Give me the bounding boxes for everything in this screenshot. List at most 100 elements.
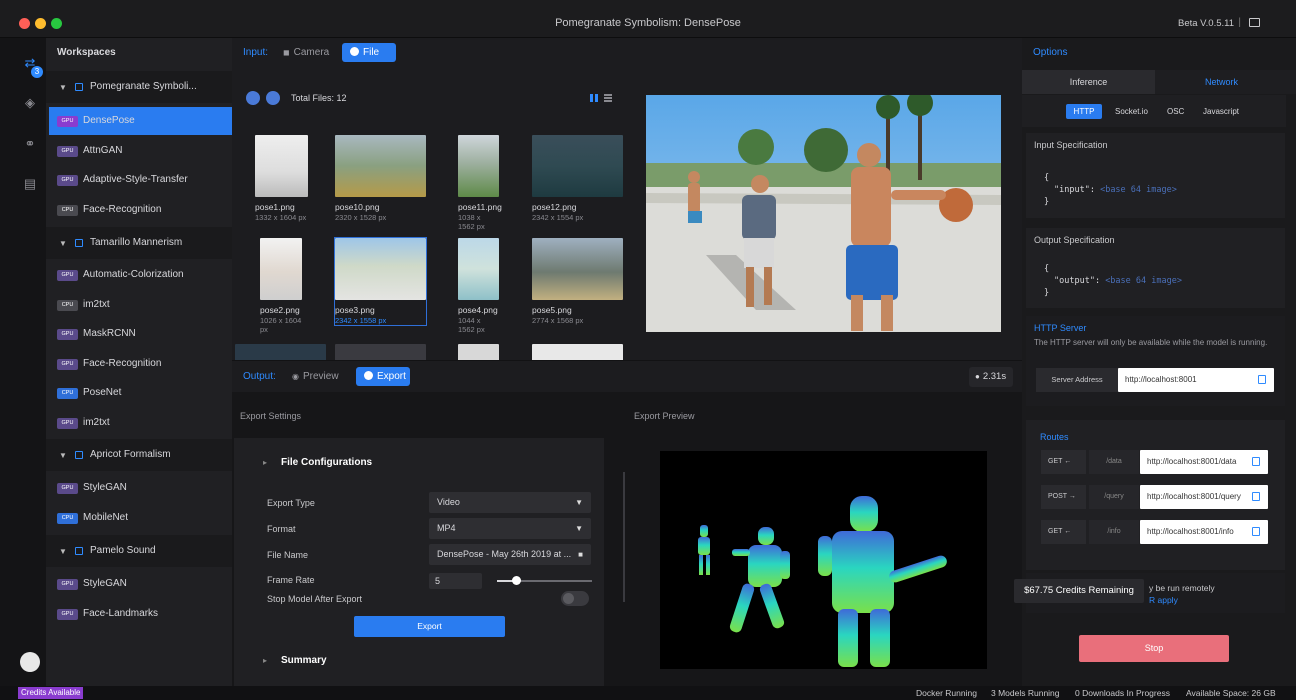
sidebar-item[interactable]: GPU Face-Recognition: [49, 350, 232, 378]
sidebar-item[interactable]: GPU StyleGAN: [49, 570, 232, 598]
tab-socketio[interactable]: Socket.io: [1115, 104, 1148, 119]
chat-icon[interactable]: [1249, 18, 1260, 27]
sidebar-item-label: im2txt: [83, 416, 110, 428]
grid-view-icon[interactable]: [590, 94, 598, 102]
frame-rate-label: Frame Rate: [267, 575, 315, 585]
scrollbar[interactable]: [623, 472, 625, 602]
chevron-down-icon[interactable]: ▼: [59, 83, 67, 92]
stop-model-toggle[interactable]: [561, 591, 589, 606]
chart-icon[interactable]: ▤: [23, 177, 37, 191]
stop-button[interactable]: Stop: [1079, 635, 1229, 662]
file-thumb-selected[interactable]: pose3.png 2342 x 1558 px: [334, 237, 427, 326]
credits-badge[interactable]: Credits Available: [18, 687, 84, 699]
workspace-group[interactable]: ▼ Apricot Formalism: [46, 439, 232, 471]
sidebar-item[interactable]: GPU MaskRCNN: [49, 320, 232, 348]
sidebar-item[interactable]: CPU MobileNet: [49, 504, 232, 532]
protocol-tabs: HTTP Socket.io OSC Javascript: [1022, 95, 1286, 127]
frame-rate-slider-knob[interactable]: [512, 576, 521, 585]
file-thumb[interactable]: pose11.png 1038 x 1562 px: [458, 135, 502, 231]
export-button[interactable]: Export: [354, 616, 505, 637]
file-thumb[interactable]: pose5.png 2774 x 1568 px: [532, 238, 623, 325]
workspace-group[interactable]: ▼ Tamarillo Mannerism: [46, 227, 232, 259]
credits-tooltip: $67.75 Credits Remaining: [1014, 579, 1144, 603]
sidebar-item[interactable]: CPU Face-Recognition: [49, 196, 232, 224]
chevron-right-icon[interactable]: ▸: [263, 656, 267, 665]
tab-osc[interactable]: OSC: [1167, 104, 1184, 119]
tab-camera[interactable]: ◼ Camera: [283, 47, 329, 58]
route-url-field[interactable]: http://localhost:8001/query: [1140, 485, 1268, 509]
sidebar-item[interactable]: GPU Face-Landmarks: [49, 600, 232, 628]
sidebar-item[interactable]: GPU im2txt: [49, 409, 232, 437]
code-key: "input":: [1054, 185, 1095, 195]
forward-button[interactable]: [266, 91, 280, 105]
file-thumb[interactable]: pose4.png 1044 x 1562 px: [458, 238, 499, 334]
link-icon[interactable]: ⚭: [23, 137, 37, 151]
sidebar-item[interactable]: GPU AttnGAN: [49, 137, 232, 165]
sidebar-item-label: Face-Recognition: [83, 203, 162, 215]
chevron-down-icon[interactable]: ▼: [59, 239, 67, 248]
copy-icon[interactable]: [1252, 527, 1260, 536]
copy-icon[interactable]: [1252, 457, 1260, 466]
tab-inference[interactable]: Inference: [1022, 70, 1155, 94]
list-view-icon[interactable]: [604, 94, 612, 102]
tab-javascript[interactable]: Javascript: [1203, 104, 1239, 119]
processor-badge: GPU: [57, 145, 78, 157]
workspace-group[interactable]: ▼ Pomegranate Symboli...: [46, 71, 232, 103]
format-select[interactable]: MP4 ▼: [429, 518, 591, 539]
docker-status: Docker Running: [916, 688, 977, 698]
route-method-label: POST: [1048, 493, 1067, 500]
workspace-group[interactable]: ▼ Pamelo Sound: [46, 535, 232, 567]
tab-preview[interactable]: ◉ Preview: [292, 371, 339, 382]
back-button[interactable]: [246, 91, 260, 105]
output-spec-card: Output Specification { "output": <base 6…: [1026, 228, 1285, 308]
cube-icon[interactable]: ◈: [23, 96, 37, 110]
options-panel: Options Inference Network HTTP Socket.io…: [1014, 38, 1296, 686]
chevron-down-icon[interactable]: ▸: [263, 458, 267, 467]
export-type-select[interactable]: Video ▼: [429, 492, 591, 513]
file-name: pose4.png: [458, 305, 498, 315]
sidebar-item[interactable]: GPU Adaptive-Style-Transfer: [49, 166, 232, 194]
stop-model-label: Stop Model After Export: [267, 594, 363, 604]
tab-file[interactable]: File: [342, 43, 396, 62]
file-name: pose12.png: [532, 202, 577, 212]
http-server-title: HTTP Server: [1034, 323, 1087, 333]
remote-link[interactable]: R apply: [1149, 595, 1178, 605]
tab-http[interactable]: HTTP: [1066, 104, 1102, 119]
sidebar-item[interactable]: CPU PoseNet: [49, 379, 232, 407]
file-name: pose11.png: [458, 202, 502, 212]
file-name: pose2.png: [260, 305, 300, 315]
route-path: /info: [1089, 520, 1139, 544]
file-name: pose5.png: [532, 305, 572, 315]
chevron-down-icon: ▼: [575, 524, 583, 533]
route-url-field[interactable]: http://localhost:8001/data: [1140, 450, 1268, 474]
export-circle-icon: [364, 371, 373, 380]
route-url-field[interactable]: http://localhost:8001/info: [1140, 520, 1268, 544]
file-thumb[interactable]: pose2.png 1026 x 1604 px: [260, 238, 302, 334]
file-name-field[interactable]: DensePose - May 26th 2019 at ... ■: [429, 544, 591, 565]
thumbnail-image: [260, 238, 302, 300]
chevron-down-icon[interactable]: ▼: [59, 451, 67, 460]
tab-network[interactable]: Network: [1155, 70, 1288, 94]
avatar[interactable]: [20, 652, 40, 672]
sidebar-item[interactable]: GPU Automatic-Colorization: [49, 261, 232, 289]
output-bar: Output: ◉ Preview Export ● 2.31s: [232, 360, 1022, 392]
chevron-down-icon[interactable]: ▼: [59, 547, 67, 556]
sidebar-item[interactable]: CPU im2txt: [49, 291, 232, 319]
http-server-card: HTTP Server: [1026, 316, 1285, 406]
server-address-value: http://localhost:8001: [1125, 375, 1197, 384]
workspace-icon: [75, 239, 83, 247]
file-thumb[interactable]: pose1.png 1332 x 1604 px: [255, 135, 308, 222]
file-browser: Total Files: 12 pose1.png 1332 x 1604 px…: [232, 70, 629, 360]
sidebar-item[interactable]: GPU StyleGAN: [49, 474, 232, 502]
processor-badge: GPU: [57, 175, 78, 186]
sidebar-item[interactable]: GPU DensePose: [49, 107, 232, 135]
file-thumb[interactable]: pose12.png 2342 x 1554 px: [532, 135, 623, 222]
server-address-field[interactable]: http://localhost:8001: [1118, 368, 1274, 392]
copy-icon[interactable]: [1252, 492, 1260, 501]
copy-icon[interactable]: [1258, 375, 1266, 384]
file-thumb[interactable]: pose10.png 2320 x 1528 px: [335, 135, 426, 222]
tab-export[interactable]: Export: [356, 367, 410, 386]
folder-icon[interactable]: ■: [578, 544, 583, 565]
frame-rate-input[interactable]: 5: [429, 573, 482, 589]
options-tabs: Inference Network: [1022, 70, 1296, 94]
